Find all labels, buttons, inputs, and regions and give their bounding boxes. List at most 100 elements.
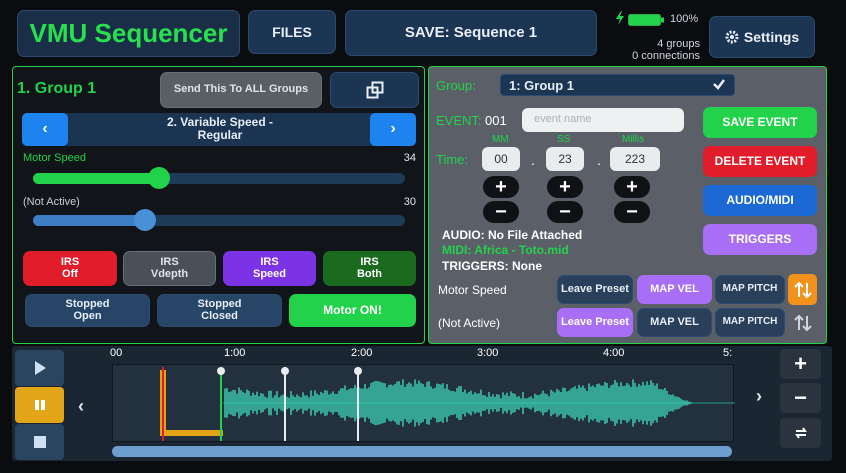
swap-icon[interactable]: [788, 274, 817, 305]
leave-preset-label: Leave Preset: [561, 282, 629, 295]
stop-button[interactable]: [15, 424, 64, 460]
zoom-in-button[interactable]: +: [780, 349, 821, 379]
mm-label: MM: [492, 134, 509, 145]
irs-off-line1: IRS: [60, 255, 80, 268]
plus-icon: +: [626, 175, 638, 198]
waveform: [160, 367, 735, 441]
event-number: 001: [485, 113, 507, 128]
ss-field[interactable]: 23: [546, 147, 584, 171]
millis-decrement-button[interactable]: −: [614, 201, 650, 223]
millis-field[interactable]: 223: [610, 147, 660, 171]
checkmark-icon: [712, 77, 726, 96]
millis-value: 223: [624, 152, 646, 166]
mode-label: 2. Variable Speed - Regular: [120, 116, 320, 142]
midi-info: MIDI: Africa - Toto.mid: [442, 243, 569, 257]
leave-preset-label: Leave Preset: [561, 315, 629, 328]
mode-prev-button[interactable]: ‹: [22, 113, 68, 146]
loop-button[interactable]: [780, 418, 821, 448]
triggers-button[interactable]: TRIGGERS: [703, 224, 817, 255]
stopped-closed-line2: Closed: [201, 309, 238, 322]
scroll-right-icon[interactable]: ›: [756, 386, 762, 407]
delete-event-button[interactable]: DELETE EVENT: [703, 146, 817, 177]
save-sequence-button[interactable]: SAVE: Sequence 1: [345, 10, 597, 56]
mm-decrement-button[interactable]: −: [483, 201, 519, 223]
irs-off-line2: Off: [62, 267, 78, 280]
app-title: VMU Sequencer: [17, 10, 240, 57]
irs-vdepth-line2: Vdepth: [150, 267, 189, 280]
mode-next-button[interactable]: ›: [370, 113, 416, 146]
ss-increment-button[interactable]: +: [547, 176, 583, 198]
delete-event-label: DELETE EVENT: [714, 154, 806, 169]
irs-off-button[interactable]: IRS Off: [23, 251, 117, 286]
motor-on-button[interactable]: Motor ON!: [289, 294, 416, 327]
map-vel-button-2[interactable]: MAP VEL: [637, 308, 712, 337]
send-all-groups-button[interactable]: Send This To ALL Groups: [160, 72, 322, 108]
gear-icon: [725, 30, 739, 44]
minus-icon: −: [794, 385, 807, 410]
mm-value: 00: [494, 152, 508, 166]
pause-button[interactable]: [15, 387, 64, 423]
irs-both-button[interactable]: IRS Both: [323, 251, 416, 286]
map-pitch-button-2[interactable]: MAP PITCH: [715, 308, 785, 337]
pause-icon: [33, 398, 47, 412]
triggers-label: TRIGGERS: [728, 232, 792, 247]
audio-midi-button[interactable]: AUDIO/MIDI: [703, 185, 817, 216]
triggers-info: TRIGGERS: None: [442, 259, 543, 273]
irs-speed-button[interactable]: IRS Speed: [223, 251, 316, 286]
mm-increment-button[interactable]: +: [483, 176, 519, 198]
bolt-icon: [615, 11, 625, 25]
stopped-open-button[interactable]: Stopped Open: [25, 294, 150, 327]
millis-label: Millis: [622, 134, 645, 145]
irs-speed-line2: Speed: [252, 267, 286, 280]
settings-button[interactable]: Settings: [709, 16, 815, 58]
mm-field[interactable]: 00: [482, 147, 520, 171]
plus-icon: +: [495, 175, 507, 198]
chevron-left-icon: ‹: [42, 120, 48, 138]
files-button[interactable]: FILES: [248, 10, 336, 54]
loop-icon: [793, 425, 809, 441]
stopped-open-line2: Open: [73, 309, 102, 322]
zoom-out-button[interactable]: −: [780, 383, 821, 413]
audio-info: AUDIO: No File Attached: [442, 228, 583, 242]
motor-speed-label: Motor Speed: [23, 152, 86, 164]
irs-both-line2: Both: [356, 267, 383, 280]
scroll-left-icon[interactable]: ‹: [78, 396, 84, 417]
millis-increment-button[interactable]: +: [614, 176, 650, 198]
map-vel-button-1[interactable]: MAP VEL: [637, 275, 712, 304]
copy-button[interactable]: [330, 72, 419, 108]
group-select[interactable]: 1: Group 1: [500, 74, 735, 96]
save-event-label: SAVE EVENT: [722, 115, 798, 130]
files-label: FILES: [272, 23, 312, 40]
not-active-slider-fill: [33, 215, 145, 226]
not-active-label: (Not Active): [23, 196, 80, 208]
time-label: Time:: [436, 152, 469, 167]
ss-label: SS: [557, 134, 571, 145]
not-active-slider-thumb[interactable]: [133, 209, 156, 231]
waveform-track[interactable]: [112, 364, 735, 442]
map-pitch-label: MAP PITCH: [722, 316, 778, 328]
irs-vdepth-line1: IRS: [160, 255, 179, 268]
audio-midi-label: AUDIO/MIDI: [726, 193, 794, 208]
event-name-input[interactable]: event name: [522, 108, 684, 132]
time-separator-2: .: [597, 152, 601, 168]
swap-icon-inactive[interactable]: [788, 307, 817, 338]
timeline-scrollbar[interactable]: [112, 446, 732, 457]
ss-decrement-button[interactable]: −: [547, 201, 583, 223]
save-event-button[interactable]: SAVE EVENT: [703, 107, 817, 138]
tick-label: 5:: [723, 347, 733, 359]
settings-label: Settings: [743, 28, 800, 45]
irs-both-line1: IRS: [360, 255, 379, 268]
save-label: SAVE: Sequence 1: [404, 24, 538, 42]
leave-preset-button-2[interactable]: Leave Preset: [557, 308, 633, 337]
stopped-closed-button[interactable]: Stopped Closed: [157, 294, 282, 327]
tick-label: 1:00: [224, 347, 246, 359]
chevron-right-icon: ›: [390, 120, 396, 138]
play-button[interactable]: [15, 350, 64, 386]
map-pitch-label: MAP PITCH: [722, 283, 778, 295]
motor-speed-value: 34: [403, 152, 416, 164]
tick-label: 2:00: [351, 347, 373, 359]
leave-preset-button-1[interactable]: Leave Preset: [557, 275, 633, 304]
irs-vdepth-button[interactable]: IRS Vdepth: [123, 251, 216, 286]
map-pitch-button-1[interactable]: MAP PITCH: [715, 275, 785, 304]
minus-icon: −: [559, 200, 571, 223]
